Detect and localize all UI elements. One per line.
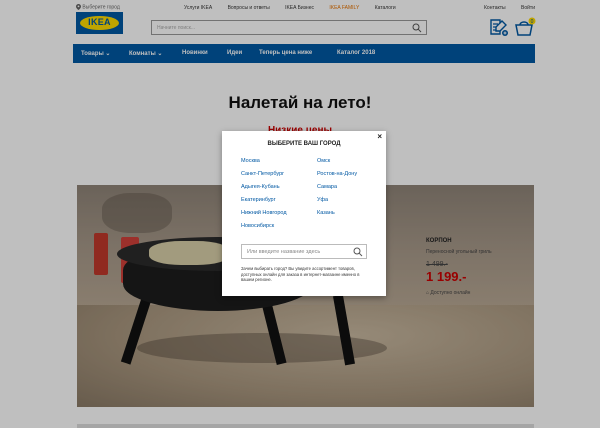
city-link-nizhny[interactable]: Нижний Новгород <box>241 210 287 223</box>
city-link-ekaterinburg[interactable]: Екатеринбург <box>241 197 287 210</box>
city-link-rostov[interactable]: Ростов-на-Дону <box>317 171 357 184</box>
city-link-spb[interactable]: Санкт-Петербург <box>241 171 287 184</box>
city-link-moscow[interactable]: Москва <box>241 158 287 171</box>
close-icon[interactable]: × <box>377 132 382 141</box>
city-search-input[interactable]: Или введите название здесь <box>241 244 367 259</box>
city-modal: × ВЫБЕРИТЕ ВАШ ГОРОД Москва Санкт-Петерб… <box>222 131 386 296</box>
modal-note: Зачем выбирать город? Вы увидите ассорти… <box>241 266 360 283</box>
city-list-left: Москва Санкт-Петербург Адыгея-Кубань Ека… <box>241 158 287 236</box>
city-list-right: Омск Ростов-на-Дону Самара Уфа Казань <box>317 158 357 223</box>
page: Выберите город IKEA Услуги IKEA Вопросы … <box>0 0 600 428</box>
search-icon[interactable] <box>353 247 363 257</box>
city-link-samara[interactable]: Самара <box>317 184 357 197</box>
city-link-adygea[interactable]: Адыгея-Кубань <box>241 184 287 197</box>
city-search-placeholder: Или введите название здесь <box>247 249 321 255</box>
city-link-ufa[interactable]: Уфа <box>317 197 357 210</box>
city-link-novosibirsk[interactable]: Новосибирск <box>241 223 287 236</box>
city-link-kazan[interactable]: Казань <box>317 210 357 223</box>
modal-title: ВЫБЕРИТЕ ВАШ ГОРОД <box>267 141 341 147</box>
city-link-omsk[interactable]: Омск <box>317 158 357 171</box>
